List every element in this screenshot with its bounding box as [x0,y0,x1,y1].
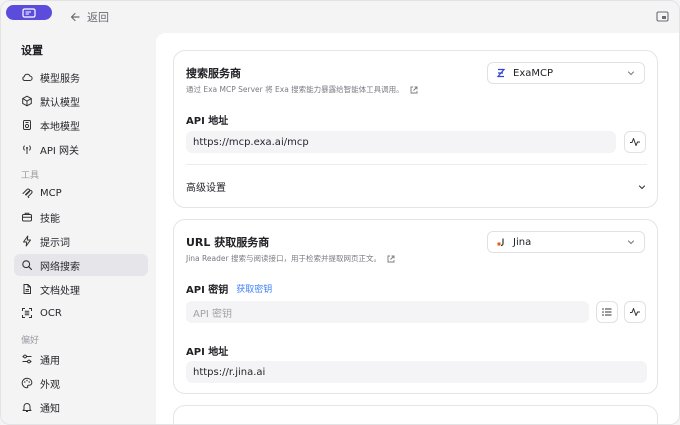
divider [186,164,647,165]
bell-icon [22,403,32,412]
search-provider-title: 搜索服务商 [186,67,241,80]
palette-icon [21,377,33,389]
sidebar-item-api-gateway[interactable]: API 网关 [14,138,148,160]
local-icon [23,120,31,130]
selected-provider: Jina [513,236,532,248]
sidebar-item-label: 模型服务 [40,73,80,85]
sidebar-item-label: 网络搜索 [40,261,80,273]
api-url-label: API 地址 [186,343,228,358]
field-label-text: API 地址 [186,116,229,127]
get-api-key-link[interactable]: 获取密钥 [236,282,272,295]
briefcase-icon [22,212,32,222]
api-url-input[interactable]: https://mcp.exa.ai/mcp [186,131,616,153]
sidebar-item-label: OCR [40,307,62,319]
sidebar-item-ocr[interactable]: OCR [14,302,148,324]
antenna-icon [23,145,31,154]
arrow-left-icon [70,12,80,22]
advanced-settings-label: 高级设置 [186,183,226,194]
sidebar-item-label: API 网关 [40,145,79,157]
sidebar-item-label: 技能 [40,213,60,225]
back-button[interactable]: 返回 [69,9,109,25]
sidebar-heading: 设置 [21,44,43,57]
sidebar-item-skills[interactable]: 技能 [14,206,148,228]
app-window: 返回 设置 模型服务 默认模型 本地模型 API 网关 工具 MCP 技能 提示… [0,0,680,425]
list-icon [602,308,612,316]
description-text: Jina Reader 搜索与阅读接口，用于检索并提取网页正文。 [186,254,381,263]
url-fetch-provider-card: URL 获取服务商 Jina Reader 搜索与阅读接口，用于检索并提取网页正… [173,219,658,394]
test-connection-button[interactable] [624,301,646,323]
pulse-icon [630,308,640,316]
sidebar-item-model-service[interactable]: 模型服务 [14,66,148,88]
sidebar-item-general[interactable]: 通用 [14,348,148,370]
external-link-icon[interactable] [410,86,418,94]
api-key-input[interactable]: API 密钥 [186,301,589,323]
url-fetch-provider-select[interactable]: Jina [487,231,645,253]
sidebar-item-label: 通知 [40,403,60,415]
chevron-down-icon [627,71,635,76]
document-icon [23,284,31,294]
main-panel: 搜索服务商 通过 Exa MCP Server 将 Exa 搜索能力暴露给智能体… [156,33,679,424]
spark-icon [23,235,31,247]
external-link-icon[interactable] [387,255,395,263]
field-label-text: API 地址 [186,347,229,358]
test-connection-button[interactable] [624,131,646,153]
pulse-icon [630,138,640,146]
sidebar-item-local-model[interactable]: 本地模型 [14,114,148,136]
search-provider-select[interactable]: ExaMCP [487,62,645,84]
window-toggle-icon[interactable] [656,10,669,23]
sidebar-item-label: MCP [40,187,62,199]
chevron-down-icon [638,184,646,189]
sidebar-item-mcp[interactable]: MCP [14,182,148,204]
sidebar-item-label: 文档处理 [40,285,80,297]
sidebar-item-label: 通用 [40,355,60,367]
key-list-button[interactable] [596,301,618,323]
scan-icon [22,308,32,318]
sidebar-item-label: 外观 [40,379,60,391]
description-text: 通过 Exa MCP Server 将 Exa 搜索能力暴露给智能体工具调用。 [186,85,404,94]
sidebar-group-preferences: 偏好 [21,336,40,346]
selected-provider: ExaMCP [513,67,554,79]
sidebar: 设置 模型服务 默认模型 本地模型 API 网关 工具 MCP 技能 提示词 网… [1,33,156,424]
next-settings-card [173,405,658,424]
app-logo-icon [22,7,36,18]
sidebar-item-web-search[interactable]: 网络搜索 [14,254,148,276]
sidebar-item-appearance[interactable]: 外观 [14,372,148,394]
sidebar-item-notifications[interactable]: 通知 [14,396,148,418]
sidebar-item-document[interactable]: 文档处理 [14,278,148,300]
back-label: 返回 [87,11,109,24]
sidebar-item-label: 默认模型 [40,97,80,109]
sidebar-group-tools: 工具 [21,171,40,181]
jina-logo-icon [497,238,504,247]
field-label-text: API 密钥 [186,285,229,296]
sidebar-item-default-model[interactable]: 默认模型 [14,90,148,112]
cube-icon [22,95,32,107]
exa-logo-icon [496,68,506,78]
sidebar-item-label: 本地模型 [40,121,80,133]
url-fetch-provider-description: Jina Reader 搜索与阅读接口，用于检索并提取网页正文。 [186,253,395,264]
sliders-icon [22,354,32,364]
chevron-down-icon [627,240,635,245]
mcp-icon [22,188,33,198]
cloud-icon [22,73,33,81]
search-provider-description: 通过 Exa MCP Server 将 Exa 搜索能力暴露给智能体工具调用。 [186,84,418,95]
url-fetch-provider-title: URL 获取服务商 [186,236,270,249]
api-url-input[interactable]: https://r.jina.ai [186,361,647,383]
api-key-label: API 密钥 获取密钥 [186,281,272,296]
search-icon [22,260,33,271]
api-url-label: API 地址 [186,112,228,127]
search-provider-card: 搜索服务商 通过 Exa MCP Server 将 Exa 搜索能力暴露给智能体… [173,50,658,208]
app-menu-button[interactable] [6,5,52,20]
title-bar: 返回 [1,1,679,33]
sidebar-item-prompts[interactable]: 提示词 [14,230,148,252]
advanced-settings-toggle[interactable]: 高级设置 [186,179,647,194]
sidebar-item-label: 提示词 [40,237,70,249]
